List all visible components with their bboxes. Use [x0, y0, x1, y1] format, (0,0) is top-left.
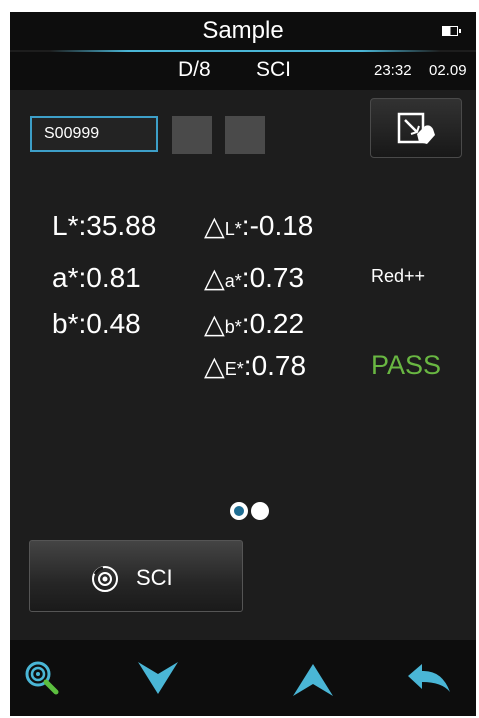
delta-a-value: △a*:0.73: [204, 262, 305, 293]
arrow-down-icon[interactable]: [136, 658, 180, 698]
a-value: a*:0.81: [52, 262, 141, 293]
search-icon[interactable]: [24, 660, 60, 696]
back-icon[interactable]: [406, 662, 452, 696]
battery-icon: [442, 26, 461, 36]
save-button[interactable]: [370, 98, 462, 158]
delta-e-value: △E*:0.78: [204, 350, 307, 381]
sci-mode-label: SCI: [136, 565, 173, 590]
time-label: 23:32: [374, 62, 412, 79]
standard-color-swatch: [225, 116, 265, 154]
geometry-label: D/8: [178, 58, 211, 81]
b-value: b*:0.48: [52, 308, 141, 339]
delta-l-value: △L*:-0.18: [204, 210, 314, 241]
sci-mode-button[interactable]: SCI: [29, 540, 243, 612]
sample-color-swatch: [172, 116, 212, 154]
delta-b-value: △b*:0.22: [204, 308, 305, 339]
bottom-toolbar: [10, 640, 476, 716]
page-dot[interactable]: [251, 502, 269, 520]
mode-label: SCI: [256, 58, 292, 81]
save-icon: [397, 112, 435, 144]
device-screen: Sample D/8 SCI 23:32 02.09 S00999 L*:35.…: [10, 12, 476, 716]
lens-icon: [92, 566, 118, 592]
title-bar: Sample: [10, 12, 476, 50]
page-dot-active[interactable]: [230, 502, 248, 520]
date-label: 02.09: [429, 62, 467, 79]
color-shift-status: Red++: [371, 266, 426, 286]
l-value: L*:35.88: [52, 210, 157, 241]
sample-name-field[interactable]: S00999: [30, 116, 158, 152]
pass-fail-status: PASS: [371, 350, 442, 380]
arrow-up-icon[interactable]: [291, 660, 335, 700]
page-title: Sample: [202, 17, 284, 44]
